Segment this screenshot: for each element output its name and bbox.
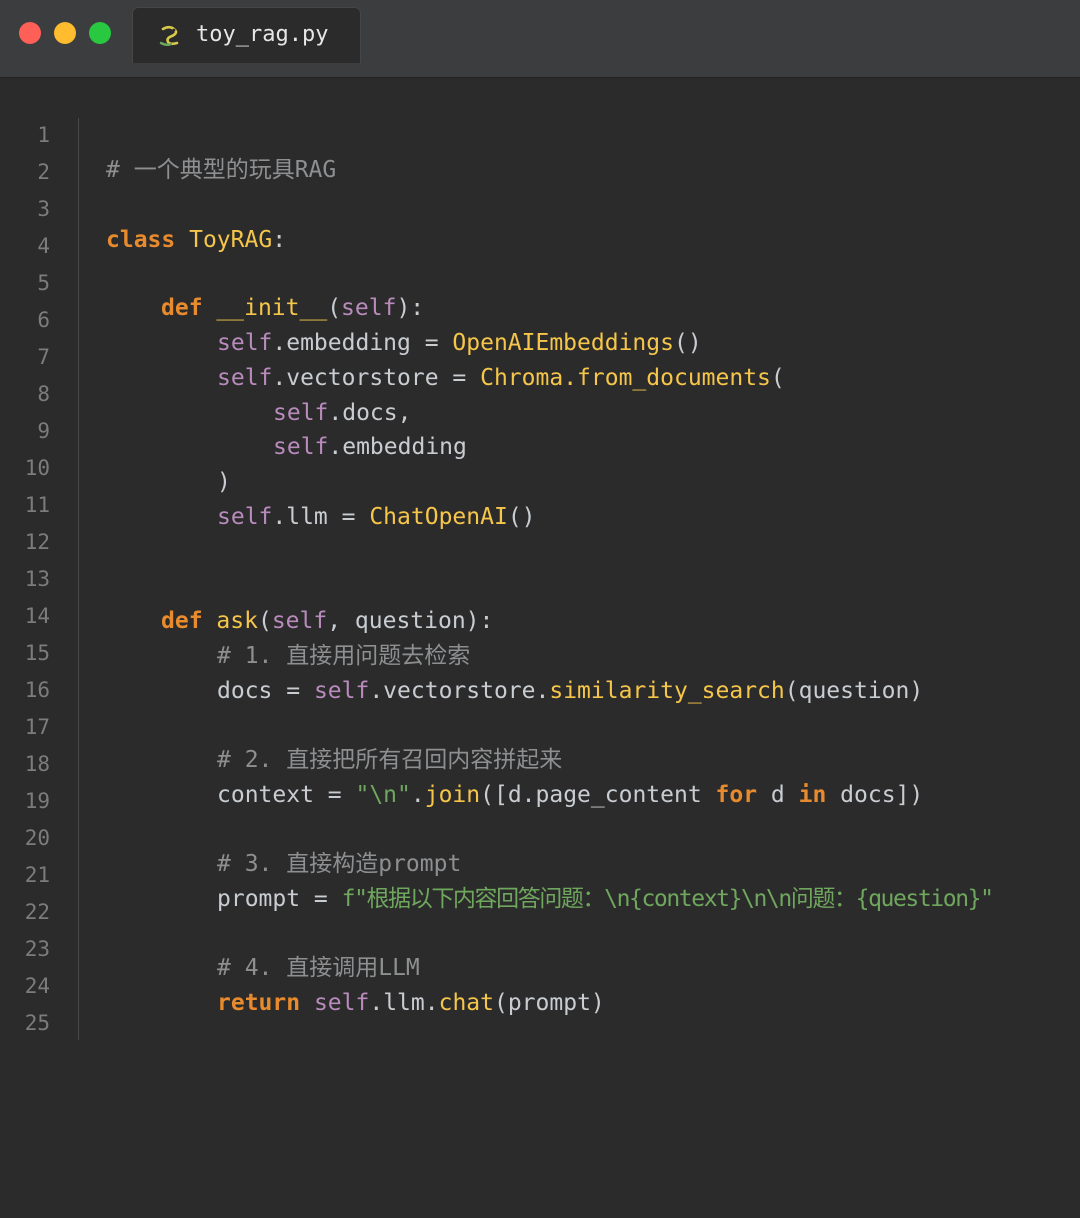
call-token: ChatOpenAI [369, 504, 508, 530]
text-token: (prompt) [493, 990, 605, 1016]
punctuation-token: . [410, 782, 425, 808]
function-name-token: ask [216, 608, 258, 634]
function-name-token: __init__ [216, 295, 328, 321]
gutter-divider [78, 118, 79, 1040]
text-token: .llm. [369, 990, 439, 1016]
code-editor[interactable]: 1 2 3 4 5 6 7 8 9 10 11 12 13 14 15 16 1… [0, 78, 1080, 1040]
punctuation-token: ( [257, 608, 272, 634]
call-token: OpenAIEmbeddings [452, 330, 674, 356]
text-token: .llm = [272, 504, 370, 530]
call-token: chat [438, 990, 494, 1016]
call-token: similarity_search [549, 678, 785, 704]
code-line: prompt = f"根据以下内容回答问题：\n{context}\n\n问题：… [217, 884, 994, 914]
punctuation-token: () [673, 330, 702, 356]
self-token: self [217, 330, 273, 356]
punctuation-token: () [507, 504, 536, 530]
code-line: def __init__(self): [161, 293, 424, 323]
tab-label: toy_rag.py [196, 22, 329, 47]
code-line: # 4. 直接调用LLM [217, 953, 420, 983]
tab-toy-rag-py[interactable]: toy_rag.py [132, 7, 361, 63]
text-token: prompt = [217, 886, 342, 912]
code-line: self.embedding = OpenAIEmbeddings() [217, 328, 702, 358]
keyword-token: def [161, 295, 203, 321]
title-bar: toy_rag.py [0, 0, 1080, 78]
call-token: join [424, 782, 481, 808]
text-token: .vectorstore = [272, 365, 481, 391]
text-token: ([d.page_content [480, 782, 716, 808]
text-token: .docs, [328, 400, 412, 426]
punctuation-token: ( [327, 295, 342, 321]
comment-token: # 一个典型的玩具RAG [106, 157, 337, 183]
text-token: context = [217, 782, 356, 808]
punctuation-token: ) [217, 469, 231, 495]
class-name-token: ToyRAG [189, 227, 273, 253]
python-file-icon [159, 25, 179, 46]
code-line: # 2. 直接把所有召回内容拼起来 [217, 745, 562, 775]
code-line: # 一个典型的玩具RAG [106, 155, 336, 185]
text-token: .vectorstore. [369, 678, 550, 704]
code-line: # 1. 直接用问题去检索 [217, 641, 470, 671]
minimize-window-button[interactable] [54, 22, 76, 44]
close-window-button[interactable] [19, 22, 41, 44]
code-line: def ask(self, question): [161, 606, 493, 636]
comment-token: # 1. 直接用问题去检索 [217, 643, 471, 669]
code-line: docs = self.vectorstore.similarity_searc… [217, 676, 923, 706]
comment-token: # 2. 直接把所有召回内容拼起来 [217, 747, 563, 773]
self-token: self [217, 504, 273, 530]
code-line: ) [217, 467, 231, 497]
call-token: Chroma.from_documents [480, 365, 771, 391]
code-line: # 3. 直接构造prompt [217, 849, 461, 879]
keyword-token: def [161, 608, 203, 634]
punctuation-token: : [272, 227, 287, 253]
code-line: self.embedding [273, 432, 467, 462]
text-token: .embedding [328, 434, 467, 460]
string-token: f"根据以下内容回答问题：\n{context}\n\n问题：{question… [341, 886, 994, 912]
self-token: self [313, 678, 370, 704]
zoom-window-button[interactable] [89, 22, 111, 44]
self-token: self [341, 295, 397, 321]
code-line: context = "\n".join([d.page_content for … [217, 780, 923, 810]
keyword-token: class [106, 227, 176, 253]
keyword-token: return [217, 990, 301, 1016]
self-token: self [273, 434, 329, 460]
code-line: return self.llm.chat(prompt) [217, 988, 605, 1018]
code-line: self.vectorstore = Chroma.from_documents… [217, 363, 785, 393]
text-token: docs = [217, 678, 314, 704]
comment-token: # 4. 直接调用LLM [217, 955, 420, 981]
punctuation-token: ): [396, 295, 425, 321]
text-token: .embedding = [272, 330, 453, 356]
keyword-token: for [715, 782, 758, 808]
text-token: , question): [327, 608, 494, 634]
code-line: class ToyRAG: [106, 225, 286, 255]
keyword-token: in [798, 782, 827, 808]
text-token: docs]) [826, 782, 924, 808]
comment-token: # 3. 直接构造prompt [217, 851, 462, 877]
self-token: self [271, 608, 328, 634]
code-line: self.llm = ChatOpenAI() [217, 502, 536, 532]
code-line: self.docs, [273, 398, 411, 428]
self-token: self [217, 365, 273, 391]
string-token: "\n" [355, 782, 411, 808]
punctuation-token: ( [770, 365, 785, 391]
text-token: d [757, 782, 799, 808]
self-token: self [273, 400, 329, 426]
text-token: (question) [784, 678, 924, 704]
self-token: self [313, 990, 370, 1016]
code-area[interactable]: # 一个典型的玩具RAG class ToyRAG: def __init__(… [0, 78, 994, 1218]
